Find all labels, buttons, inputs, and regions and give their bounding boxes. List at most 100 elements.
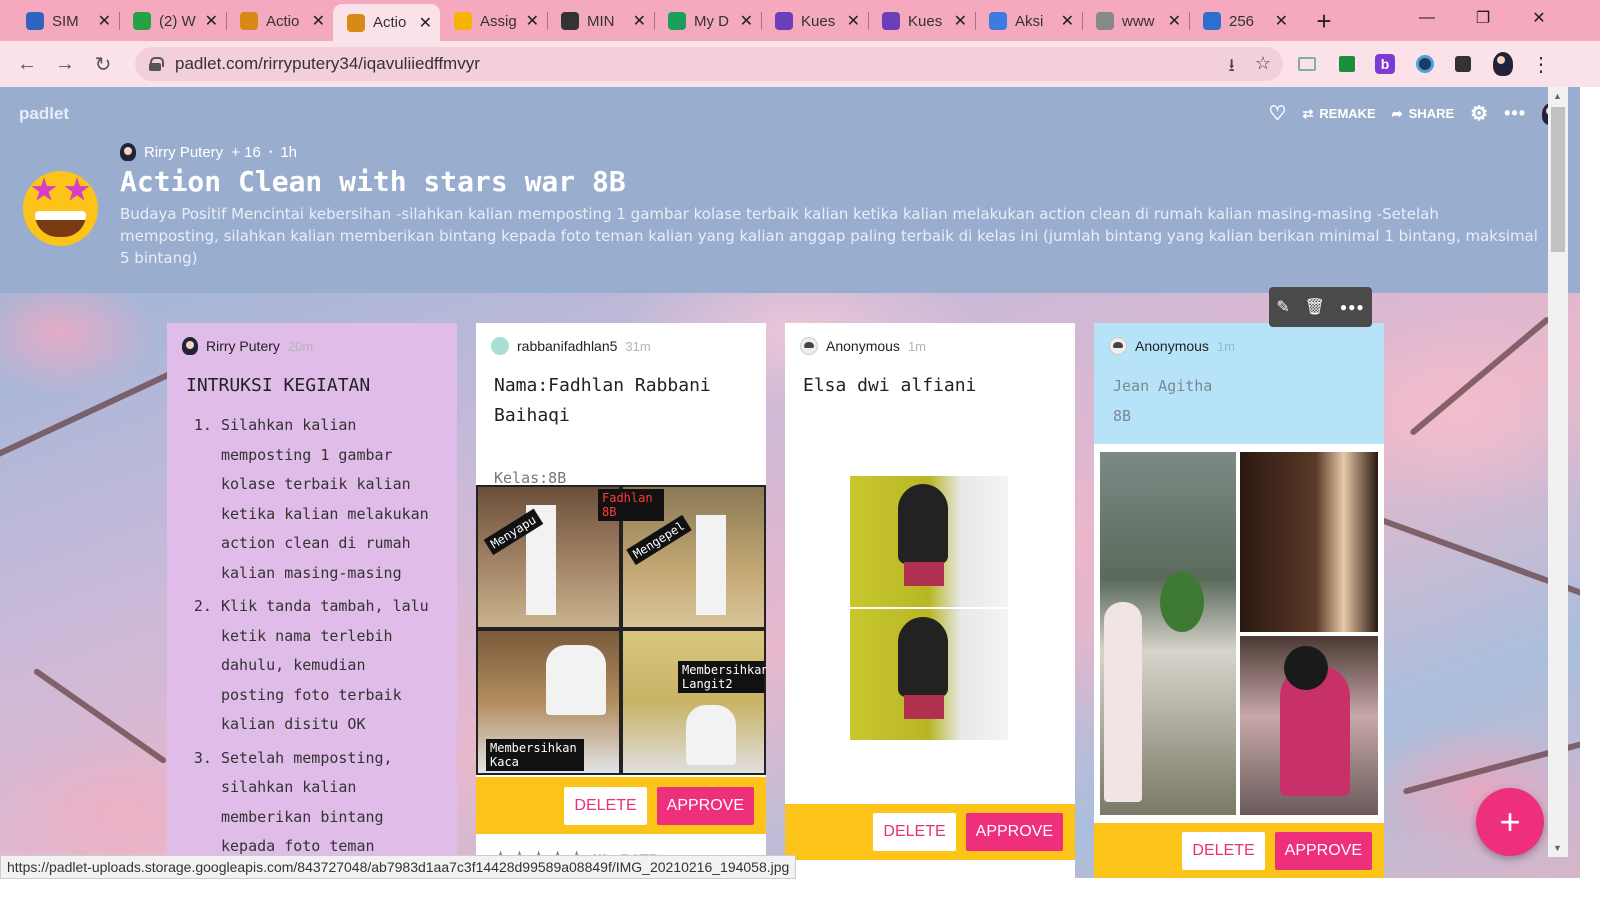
settings-gear-icon[interactable]: ⚙	[1470, 101, 1488, 126]
tab-favicon-icon	[240, 12, 258, 30]
reload-icon[interactable]: ↻	[84, 45, 122, 83]
post-header: Rirry Putery 20m	[182, 337, 313, 355]
post-age: 1m	[1216, 338, 1235, 354]
tab-favicon-icon	[347, 13, 365, 32]
edit-pencil-icon[interactable]: ✎	[1276, 297, 1289, 317]
tab-close-icon[interactable]: ✕	[740, 11, 753, 31]
caption-name: Fadhlan 8B	[598, 489, 664, 521]
padlet-wall: Rirry Putery 20m INTRUKSI KEGIATAN Silah…	[0, 293, 1580, 878]
author-name[interactable]: Rirry Putery	[144, 144, 223, 161]
post-card-instructions[interactable]: Rirry Putery 20m INTRUKSI KEGIATAN Silah…	[167, 323, 457, 878]
tab-close-icon[interactable]: ✕	[1061, 11, 1074, 31]
post-card-fadhlan[interactable]: rabbanifadhlan5 31m Nama:Fadhlan Rabbani…	[476, 323, 766, 878]
tab-close-icon[interactable]: ✕	[1168, 11, 1181, 31]
sheets-extension-icon[interactable]	[1332, 49, 1362, 79]
browser-tab[interactable]: Kues ✕	[868, 4, 975, 38]
moderation-bar: DELETE APPROVE	[785, 804, 1075, 860]
delete-button[interactable]: DELETE	[564, 786, 647, 825]
b-extension-icon[interactable]: b	[1370, 49, 1400, 79]
browser-tab[interactable]: Assig ✕	[440, 4, 547, 38]
close-window-button[interactable]: ✕	[1512, 0, 1566, 36]
scroll-down-icon[interactable]: ▼	[1553, 843, 1562, 853]
tab-close-icon[interactable]: ✕	[847, 11, 860, 31]
post-age: 31m	[625, 338, 651, 354]
browser-tab[interactable]: MIN ✕	[547, 4, 654, 38]
tab-favicon-icon	[1203, 12, 1221, 30]
reading-list-icon[interactable]	[1292, 49, 1322, 79]
tab-label: Kues	[801, 12, 836, 30]
post-card-elsa[interactable]: Anonymous 1m Elsa dwi alfiani DELETE APP…	[785, 323, 1075, 878]
tab-close-icon[interactable]: ✕	[633, 11, 646, 31]
remake-button[interactable]: ⇄ REMAKE	[1302, 106, 1375, 122]
tab-close-icon[interactable]: ✕	[1275, 11, 1288, 31]
tab-close-icon[interactable]: ✕	[98, 11, 111, 31]
approve-button[interactable]: APPROVE	[965, 813, 1063, 851]
post-title: Jean Agitha	[1113, 377, 1213, 395]
minimize-button[interactable]: —	[1400, 0, 1454, 36]
share-label: SHARE	[1408, 106, 1455, 121]
tab-label: (2) W	[159, 12, 196, 30]
circle-extension-icon[interactable]	[1410, 49, 1440, 79]
restore-button[interactable]: ❐	[1456, 0, 1510, 36]
tab-favicon-icon	[668, 12, 686, 30]
browser-tab[interactable]: www ✕	[1082, 4, 1189, 38]
tab-close-icon[interactable]: ✕	[954, 11, 967, 31]
forward-icon[interactable]: →	[46, 45, 84, 83]
more-options-icon[interactable]: •••	[1504, 103, 1526, 124]
lock-icon	[149, 57, 164, 71]
tab-label: 256	[1229, 12, 1255, 30]
tab-close-icon[interactable]: ✕	[205, 11, 218, 31]
moderation-bar: DELETE APPROVE	[1094, 823, 1384, 878]
tab-close-icon[interactable]: ✕	[526, 11, 539, 31]
more-options-icon[interactable]: ●●●	[1340, 300, 1365, 314]
collage-image[interactable]: Menyapu Fadhlan 8B Mengepel Membersihkan…	[476, 485, 766, 775]
share-button[interactable]: ➦ SHARE	[1392, 106, 1454, 122]
tab-favicon-icon	[26, 12, 44, 30]
tab-favicon-icon	[454, 12, 472, 30]
browser-tab[interactable]: Aksi ✕	[975, 4, 1082, 38]
post-age: 1m	[907, 338, 926, 354]
post-title: Nama:Fadhlan Rabbani Baihaqi	[494, 375, 711, 426]
post-author: Anonymous	[826, 338, 900, 354]
browser-tab[interactable]: 256 ✕	[1189, 4, 1296, 38]
scrollbar-thumb[interactable]	[1551, 107, 1565, 252]
delete-button[interactable]: DELETE	[873, 813, 956, 851]
install-icon[interactable]: ⭳	[1229, 53, 1235, 83]
new-tab-button[interactable]: +	[1306, 3, 1342, 39]
browser-tab[interactable]: Actio ✕	[333, 4, 440, 41]
browser-tab[interactable]: (2) W ✕	[119, 4, 226, 38]
heart-icon[interactable]: ♡	[1269, 101, 1287, 126]
approve-button[interactable]: APPROVE	[1274, 832, 1372, 870]
bookmark-star-icon[interactable]: ☆	[1255, 53, 1271, 83]
post-tools-menu: ✎ 🗑 ●●●	[1269, 287, 1372, 327]
profile-avatar[interactable]	[1488, 49, 1518, 79]
browser-tab[interactable]: Actio ✕	[226, 4, 333, 38]
tab-label: SIM	[52, 12, 79, 30]
post-image[interactable]	[850, 476, 1008, 740]
vertical-scrollbar[interactable]: ▲ ▼	[1548, 87, 1568, 857]
post-image[interactable]	[1100, 452, 1378, 815]
browser-tab[interactable]: Kues ✕	[761, 4, 868, 38]
remake-label: REMAKE	[1319, 106, 1376, 121]
add-post-button[interactable]: +	[1476, 788, 1544, 856]
moderation-bar: DELETE APPROVE	[476, 777, 766, 834]
delete-button[interactable]: DELETE	[1182, 832, 1265, 870]
caption-langit: Membersihkan Langit2	[678, 661, 766, 693]
author-avatar	[120, 143, 136, 161]
url-field[interactable]: padlet.com/rirryputery34/iqavuliiedffmvy…	[135, 47, 1283, 81]
browser-tab[interactable]: My D ✕	[654, 4, 761, 38]
post-card-jean[interactable]: Anonymous 1m Jean Agitha 8B DELETE APPRO…	[1094, 323, 1384, 878]
extensions-puzzle-icon[interactable]	[1448, 49, 1478, 79]
anonymous-avatar	[800, 337, 818, 355]
trash-icon[interactable]: 🗑	[1305, 297, 1325, 317]
padlet-logo[interactable]: padlet	[19, 104, 69, 124]
back-icon[interactable]: ←	[8, 45, 46, 83]
tab-close-icon[interactable]: ✕	[312, 11, 325, 31]
browser-menu-icon[interactable]: ⋮	[1526, 49, 1556, 79]
scroll-up-icon[interactable]: ▲	[1553, 91, 1562, 101]
browser-tab[interactable]: SIM ✕	[12, 4, 119, 38]
contributors-count[interactable]: + 16	[231, 144, 261, 161]
tab-close-icon[interactable]: ✕	[419, 13, 432, 33]
approve-button[interactable]: APPROVE	[656, 786, 754, 825]
tab-label: MIN	[587, 12, 615, 30]
